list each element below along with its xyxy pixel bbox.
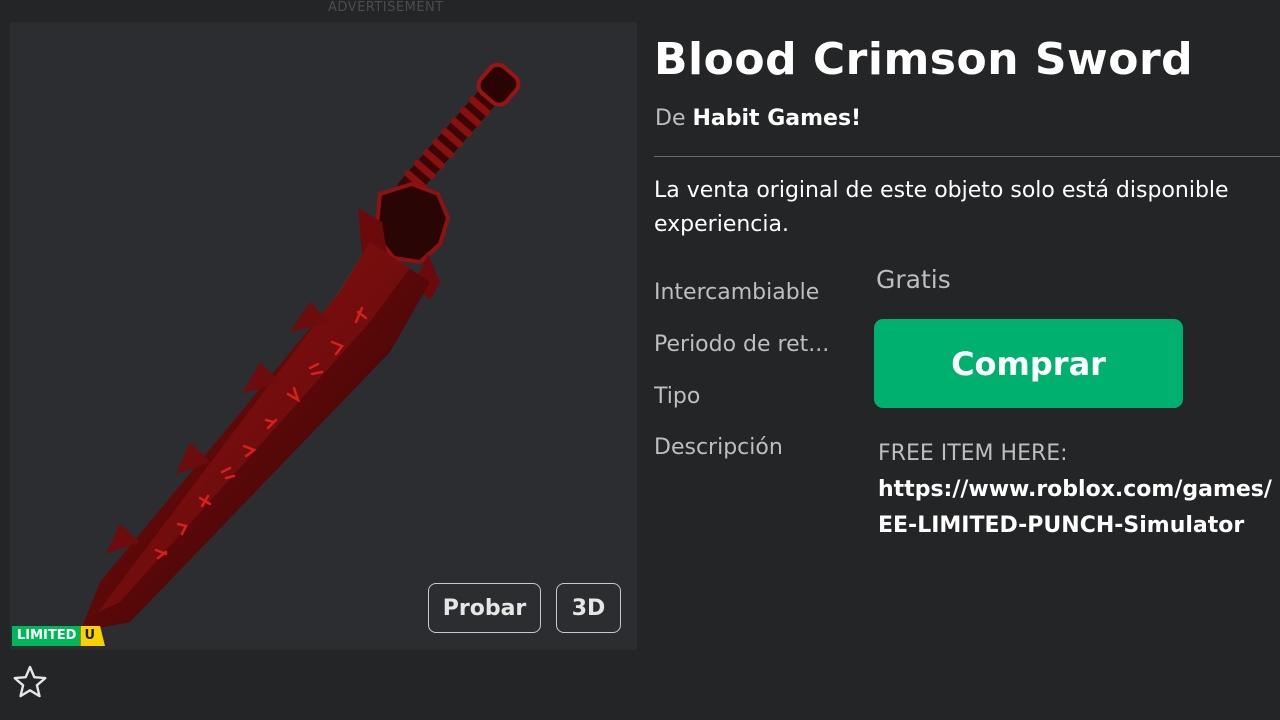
buy-button[interactable]: Comprar: [874, 319, 1183, 408]
hold-period-label: Periodo de ret...: [654, 332, 830, 357]
description-label: Descripción: [654, 435, 783, 460]
description-text: FREE ITEM HERE: https://www.roblox.com/g…: [878, 436, 1272, 544]
sale-note: La venta original de este objeto solo es…: [654, 174, 1280, 242]
item-page: ADVERTISEMENT LIMITED U Probar 3D Blood …: [0, 0, 1280, 720]
sale-note-line1: La venta original de este objeto solo es…: [654, 178, 1229, 203]
divider: [654, 156, 1280, 157]
limited-unique-badge: LIMITED U: [12, 626, 105, 646]
advertisement-label: ADVERTISEMENT: [328, 0, 444, 15]
description-link[interactable]: https://www.roblox.com/games/: [878, 472, 1272, 508]
description-line3: EE-LIMITED-PUNCH-Simulator: [878, 513, 1245, 538]
item-thumbnail[interactable]: LIMITED U Probar 3D: [10, 22, 637, 650]
creator-line: De Habit Games!: [655, 106, 861, 131]
unique-badge-label: U: [80, 626, 105, 646]
type-label: Tipo: [654, 384, 701, 409]
limited-badge-label: LIMITED: [12, 626, 81, 646]
description-line1: FREE ITEM HERE:: [878, 441, 1068, 466]
view-3d-button[interactable]: 3D: [556, 583, 621, 633]
sale-note-line2: experiencia.: [654, 212, 789, 237]
creator-link[interactable]: Habit Games!: [692, 106, 861, 131]
price-label: Gratis: [876, 265, 951, 294]
try-on-button[interactable]: Probar: [428, 583, 541, 633]
star-outline-icon[interactable]: [12, 664, 48, 700]
creator-prefix: De: [655, 106, 686, 131]
item-title: Blood Crimson Sword: [654, 34, 1194, 85]
tradable-label: Intercambiable: [654, 280, 820, 305]
sword-image: [80, 62, 521, 632]
